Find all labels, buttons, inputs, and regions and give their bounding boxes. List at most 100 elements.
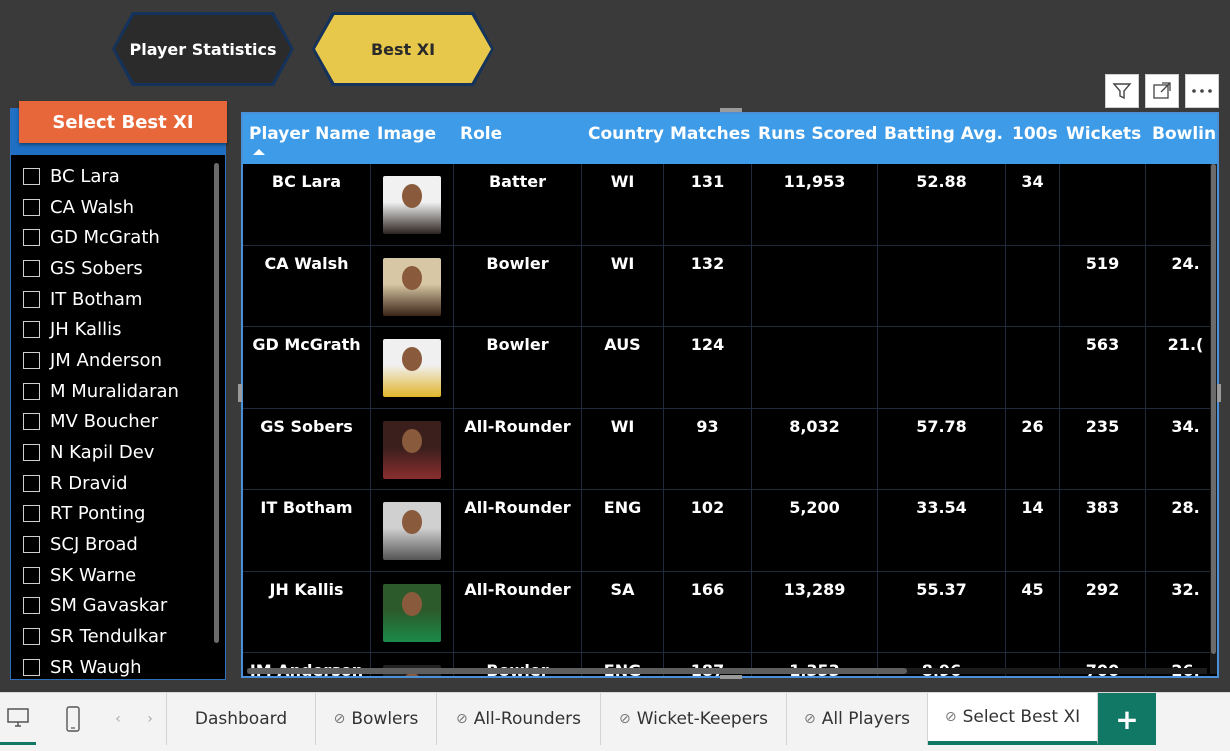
checkbox[interactable] (23, 167, 40, 185)
table-row[interactable]: JH Kallis All-Rounder SA 166 13,289 55.37 45 29… (243, 571, 1217, 654)
table-cell-name: CA Walsh (243, 245, 371, 327)
checkbox[interactable] (23, 321, 40, 339)
checkbox[interactable] (23, 259, 40, 277)
checkbox[interactable] (23, 628, 40, 646)
slicer-item[interactable]: SK Warne (11, 560, 211, 591)
focus-mode-icon[interactable] (1145, 74, 1179, 108)
slicer-item[interactable]: SR Tendulkar (11, 621, 211, 652)
checkbox[interactable] (23, 290, 40, 308)
column-header-image[interactable]: Image (371, 114, 453, 164)
table-row[interactable]: GD McGrath Bowler AUS 124 563 21.( (243, 327, 1217, 409)
table-vertical-scrollbar[interactable] (1210, 164, 1217, 674)
column-header-player-name[interactable]: Player Name (243, 114, 371, 164)
slicer-item[interactable]: SM Gavaskar (11, 591, 211, 622)
resize-handle[interactable] (720, 108, 742, 112)
scroll-thumb[interactable] (247, 668, 907, 674)
column-header-matches[interactable]: Matches (664, 114, 752, 164)
table-cell-bat-avg: 55.37 (878, 571, 1006, 653)
resize-handle[interactable] (238, 384, 242, 402)
slicer-item[interactable]: M Muralidaran (11, 376, 211, 407)
checkbox[interactable] (23, 351, 40, 369)
checkbox[interactable] (23, 536, 40, 554)
column-header-batting-avg[interactable]: Batting Avg. (878, 114, 1006, 164)
checkbox[interactable] (23, 444, 40, 462)
tab-label: Dashboard (194, 709, 288, 729)
player-image-cell (371, 164, 454, 246)
tab-dashboard[interactable]: Dashboard (166, 693, 316, 745)
column-header-runs-scored[interactable]: Runs Scored (752, 114, 878, 164)
slicer-item-label: SM Gavaskar (50, 595, 168, 617)
add-page-button[interactable]: + (1098, 693, 1156, 745)
column-header-100s[interactable]: 100s (1006, 114, 1060, 164)
table-cell-name: GD McGrath (243, 327, 371, 409)
table-cell-role: Bowler (454, 327, 582, 409)
checkbox[interactable] (23, 474, 40, 492)
table-row[interactable]: GS Sobers All-Rounder WI 93 8,032 57.78 26 235 3… (243, 408, 1217, 491)
table-cell-hundreds (1006, 653, 1060, 676)
chevron-left-icon[interactable]: ‹ (108, 693, 128, 745)
column-header-bowling[interactable]: Bowling (1146, 114, 1217, 164)
slicer-scrollbar[interactable] (214, 163, 219, 643)
table-cell-role: All-Rounder (454, 490, 582, 572)
checkbox[interactable] (23, 198, 40, 216)
player-photo (383, 420, 441, 479)
slicer-item[interactable]: R Dravid (11, 468, 211, 499)
resize-handle[interactable] (1217, 384, 1221, 402)
tab-wicket-keepers[interactable]: ⊘ Wicket-Keepers (601, 693, 787, 745)
slicer-item-label: N Kapil Dev (50, 442, 155, 464)
checkbox[interactable] (23, 382, 40, 400)
checkbox[interactable] (23, 229, 40, 247)
player-image-cell (371, 327, 454, 409)
slicer-item[interactable]: RT Ponting (11, 499, 211, 530)
table-cell-bowl: 32. (1146, 572, 1217, 654)
table-row[interactable]: CA Walsh Bowler WI 132 519 24. (243, 245, 1217, 327)
slicer-item[interactable]: SCJ Broad (11, 529, 211, 560)
slicer-item[interactable]: N Kapil Dev (11, 437, 211, 468)
chevron-right-icon[interactable]: › (140, 693, 160, 745)
best-xi-button[interactable]: Best XI (312, 12, 494, 86)
checkbox[interactable] (23, 505, 40, 523)
tab-select-best-xi[interactable]: ⊘ Select Best XI (928, 693, 1098, 745)
table-row[interactable]: IT Botham All-Rounder ENG 102 5,200 33.54 14 38… (243, 490, 1217, 572)
checkbox[interactable] (23, 566, 40, 584)
slicer-item[interactable]: SR Waugh (11, 652, 211, 681)
tab-label: Wicket-Keepers (636, 709, 769, 729)
slicer-item[interactable]: CA Walsh (11, 192, 211, 223)
table-cell-bat-avg: 33.54 (878, 490, 1006, 572)
mobile-layout-icon[interactable] (56, 693, 90, 745)
slicer-item-label: GS Sobers (50, 257, 143, 279)
slicer-item[interactable]: JM Anderson (11, 345, 211, 376)
checkbox[interactable] (23, 658, 40, 676)
player-image-cell (371, 653, 454, 676)
table-cell-name: GS Sobers (243, 408, 371, 490)
slicer-item[interactable]: GD McGrath (11, 222, 211, 253)
filter-icon[interactable] (1105, 74, 1139, 108)
slicer-item[interactable]: IT Botham (11, 284, 211, 315)
checkbox[interactable] (23, 413, 40, 431)
slicer-item-label: SR Waugh (50, 656, 142, 678)
tab-all-rounders[interactable]: ⊘ All-Rounders (437, 693, 601, 745)
player-photo (383, 583, 441, 642)
scroll-thumb[interactable] (1211, 164, 1216, 654)
player-image-cell (371, 490, 454, 572)
slicer-item[interactable]: GS Sobers (11, 253, 211, 284)
column-header-role[interactable]: Role (454, 114, 582, 164)
more-options-icon[interactable] (1185, 74, 1219, 108)
table-cell-bowl: 34. (1146, 409, 1217, 491)
slicer-item-label: MV Boucher (50, 411, 159, 433)
column-header-wickets[interactable]: Wickets (1060, 114, 1146, 164)
column-header-country[interactable]: Country (582, 114, 664, 164)
player-image-cell (371, 245, 454, 327)
slicer-item[interactable]: JH Kallis (11, 314, 211, 345)
slicer-item[interactable]: MV Boucher (11, 407, 211, 438)
table-cell-matches: 132 (664, 245, 752, 327)
table-row[interactable]: BC Lara Batter WI 131 11,953 52.88 34 (243, 164, 1217, 246)
slicer-item[interactable]: BC Lara (11, 161, 211, 192)
desktop-layout-icon[interactable] (0, 693, 36, 745)
table-horizontal-scrollbar[interactable] (247, 668, 1207, 674)
checkbox[interactable] (23, 597, 40, 615)
tab-bowlers[interactable]: ⊘ Bowlers (316, 693, 437, 745)
tab-all-players[interactable]: ⊘ All Players (787, 693, 928, 745)
player-statistics-button[interactable]: Player Statistics (112, 12, 294, 86)
resize-handle[interactable] (720, 675, 742, 679)
